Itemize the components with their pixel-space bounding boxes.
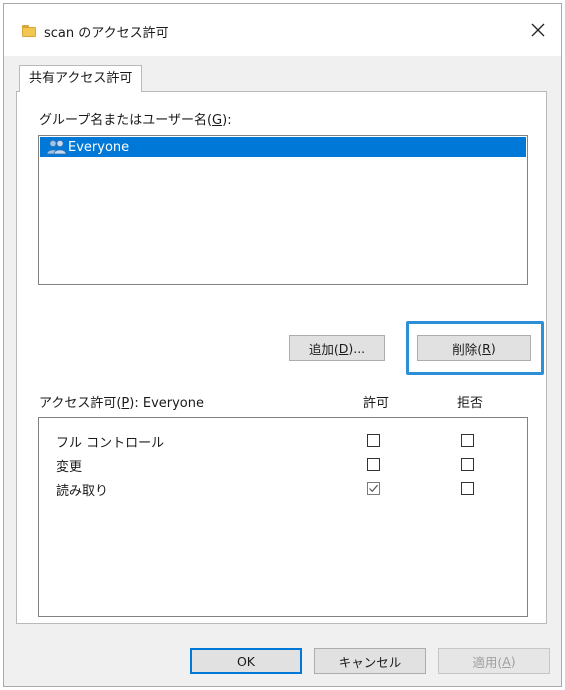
allow-checkbox-read[interactable]	[367, 482, 380, 495]
remove-button[interactable]: 削除(R)	[417, 335, 531, 361]
table-row: 変更	[39, 453, 527, 477]
apply-button[interactable]: 適用(A)	[438, 648, 550, 674]
group-list-label: グループ名またはユーザー名(G):	[39, 113, 232, 128]
ok-button[interactable]: OK	[190, 648, 302, 674]
cancel-button[interactable]: キャンセル	[314, 648, 426, 674]
permissions-dialog: scan のアクセス許可 共有アクセス許可 グループ名またはユーザー名(G):	[3, 3, 562, 687]
allow-column-header: 許可	[363, 396, 390, 411]
dialog-body: 共有アクセス許可 グループ名またはユーザー名(G): Everyone 追加(…	[4, 56, 561, 686]
permissions-list: フル コントロール 変更 読み取り	[38, 417, 528, 617]
permission-name: フル コントロール	[56, 436, 165, 451]
add-button[interactable]: 追加(D)...	[289, 335, 385, 361]
permissions-label: アクセス許可(P): Everyone	[39, 396, 204, 411]
window-title: scan のアクセス許可	[44, 26, 169, 41]
tab-panel: グループ名またはユーザー名(G): Everyone 追加(D)... 削除(…	[16, 91, 547, 624]
allow-checkbox-change[interactable]	[367, 458, 380, 471]
deny-checkbox-change[interactable]	[461, 458, 474, 471]
list-item[interactable]: Everyone	[40, 137, 526, 157]
table-row: 読み取り	[39, 477, 527, 501]
tab-share-permissions[interactable]: 共有アクセス許可	[19, 65, 143, 92]
permission-name: 読み取り	[56, 484, 109, 499]
deny-column-header: 拒否	[457, 396, 484, 411]
close-button[interactable]	[523, 16, 553, 44]
folder-icon	[22, 25, 36, 37]
allow-checkbox-full-control[interactable]	[367, 434, 380, 447]
users-icon	[46, 139, 68, 155]
checkmark-icon	[369, 484, 378, 493]
deny-checkbox-full-control[interactable]	[461, 434, 474, 447]
list-item-label: Everyone	[68, 139, 130, 155]
title-bar: scan のアクセス許可	[4, 4, 561, 56]
group-list[interactable]: Everyone	[38, 135, 528, 285]
table-row: フル コントロール	[39, 429, 527, 453]
permission-name: 変更	[56, 460, 83, 475]
deny-checkbox-read[interactable]	[461, 482, 474, 495]
close-icon	[531, 23, 545, 37]
